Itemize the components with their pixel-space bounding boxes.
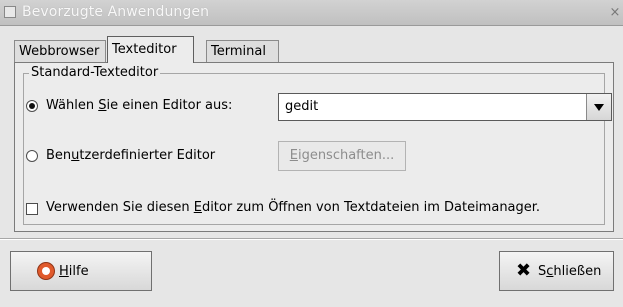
help-lifebuoy-icon: [37, 262, 55, 280]
radio-selected-dot: [29, 103, 35, 109]
label-mnemonic: E: [289, 148, 298, 163]
radio-custom-editor-label[interactable]: Benutzerdefinierter Editor: [46, 148, 215, 163]
label-text-part: hließen: [553, 264, 602, 279]
help-button[interactable]: Hilfe: [10, 251, 152, 291]
label-text-part: tzerdefinierter Editor: [79, 148, 216, 163]
label-text-part: ditor zum Öffnen von Textdateien im Date…: [201, 200, 541, 215]
dialog-separator: [0, 238, 623, 240]
group-title: Standard-Texteditor: [29, 65, 161, 80]
close-button-label: Schließen: [538, 264, 601, 279]
editor-combobox[interactable]: gedit: [278, 93, 612, 121]
window-titlebar[interactable]: Bevorzugte Anwendungen ×: [0, 0, 623, 26]
label-text-part: Verwenden Sie diesen: [46, 200, 194, 215]
open-in-filemanager-label[interactable]: Verwenden Sie diesen Editor zum Öffnen v…: [46, 200, 540, 215]
radio-select-editor-label[interactable]: Wählen Sie einen Editor aus:: [46, 98, 232, 113]
close-icon: ✖: [516, 260, 532, 281]
label-text-part: ie einen Editor aus:: [106, 98, 233, 113]
help-button-label: Hilfe: [59, 264, 89, 279]
label-text-part: ilfe: [68, 264, 89, 279]
properties-button[interactable]: Eigenschaften...: [278, 141, 406, 171]
tab-webbrowser[interactable]: Webbrowser: [14, 40, 106, 62]
radio-select-editor[interactable]: [26, 100, 38, 112]
label-text-part: igenschaften...: [297, 148, 395, 163]
tab-terminal[interactable]: Terminal: [206, 40, 279, 62]
window-close-icon[interactable]: ×: [609, 6, 621, 20]
label-mnemonic: E: [193, 200, 202, 215]
radio-custom-editor[interactable]: [26, 150, 38, 162]
window-menu-icon[interactable]: [4, 6, 16, 18]
window-title: Bevorzugte Anwendungen: [22, 4, 210, 20]
tab-texteditor[interactable]: Texteditor: [107, 36, 194, 63]
chevron-down-icon[interactable]: [586, 94, 611, 120]
label-text-part: Wählen: [46, 98, 99, 113]
open-in-filemanager-checkbox[interactable]: [26, 203, 38, 215]
editor-combobox-value: gedit: [285, 99, 319, 114]
close-button[interactable]: ✖ Schließen: [499, 251, 614, 291]
label-text-part: Ben: [46, 148, 72, 163]
label-mnemonic: H: [59, 264, 69, 279]
